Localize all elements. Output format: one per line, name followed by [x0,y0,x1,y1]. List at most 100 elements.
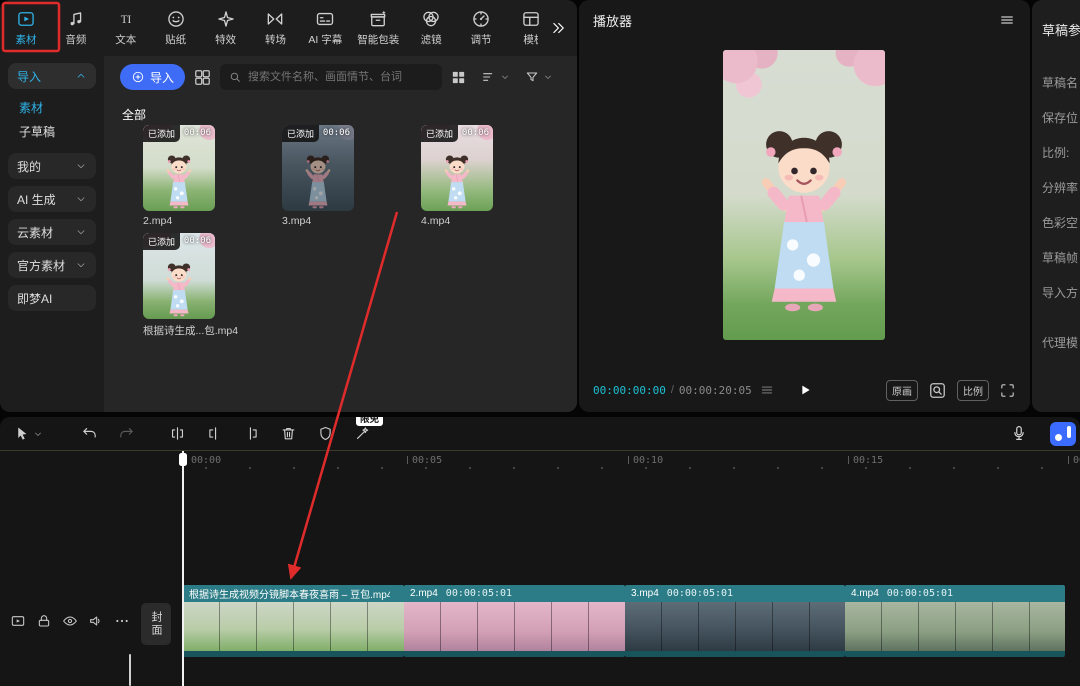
sidebar-item-label: 素材 [19,99,43,116]
tab-sticker[interactable]: 贴纸 [156,5,196,51]
track-visibility-button[interactable] [62,613,78,629]
magnifier-box-icon [928,381,947,400]
library-panel: 素材 音频 TI 文本 贴纸 特效 [0,0,577,412]
sidebar-item-label: 即梦AI [17,290,52,307]
sidebar-item-import[interactable]: 导入 [8,63,96,89]
filter-button[interactable] [524,69,553,85]
limited-free-feature-button[interactable]: 限免 [354,425,371,442]
sidebar-item-label: 导入 [17,68,41,85]
plus-circle-icon [131,70,145,84]
clip-name: 4.mp4 [851,588,879,599]
undo-button[interactable] [81,425,98,442]
view-grid-button[interactable] [450,69,467,86]
delete-button[interactable] [280,425,297,442]
draft-field-label: 代理模 [1042,333,1080,368]
track-lock-button[interactable] [36,613,52,629]
media-item[interactable]: 已添加 00:06 2.mp4 [143,125,215,227]
tab-label: AI 字幕 [308,32,342,47]
media-thumbnail: 已添加 00:06 [421,125,493,211]
draft-field-label: 保存位 [1042,108,1080,143]
media-item[interactable]: 已添加 00:06 3.mp4 [282,125,354,227]
media-item[interactable]: 已添加 00:06 4.mp4 [421,125,493,227]
timeline-ruler[interactable]: 00:00 00:05 00:10 00:15 00:20 [0,451,1080,473]
ruler-label: 00:15 [848,455,883,466]
tab-text[interactable]: TI 文本 [106,5,146,51]
clip-header: 4.mp4 00:00:05:01 [845,585,1065,602]
ratio-button[interactable]: 比例 [957,380,989,401]
material-grid-button[interactable] [193,68,212,87]
fullscreen-button[interactable] [999,382,1016,399]
trim-left-button[interactable] [206,425,223,442]
sidebar-item-label: 我的 [17,158,41,175]
sidebar-item-material[interactable]: 素材 [8,95,96,119]
tab-ai-captions[interactable]: AI 字幕 [305,5,345,51]
tab-adjust[interactable]: 调节 [461,5,501,51]
play-button[interactable] [797,382,813,398]
import-button-label: 导入 [150,69,174,86]
media-item-name: 根据诗生成...包.mp4 [143,323,273,338]
duration-badge: 00:06 [323,128,350,138]
track-preview-toggle[interactable] [10,613,26,629]
player-panel: 播放器 00:00:00:00 / 00:00:20:05 原画 比 [579,0,1030,412]
search-box[interactable] [220,64,442,90]
sidebar-item-jimeng[interactable]: 即梦AI [8,285,96,311]
ellipsis-icon [114,613,130,629]
media-item[interactable]: 已添加 00:06 根据诗生成...包.mp4 [143,233,215,338]
mask-button[interactable] [317,425,334,442]
duration-badge: 00:06 [184,236,211,246]
timeline-clip[interactable]: 2.mp4 00:00:05:01 [404,585,625,657]
tab-media[interactable]: 素材 [6,5,46,51]
player-menu-button[interactable] [998,11,1016,29]
timeline-clip[interactable]: 4.mp4 00:00:05:01 [845,585,1065,657]
tab-label: 贴纸 [165,32,186,47]
tab-filter[interactable]: 滤镜 [411,5,451,51]
track-mute-button[interactable] [88,613,104,629]
microphone-icon [1010,424,1028,442]
pip-record-button[interactable] [1050,422,1076,446]
lock-icon [36,613,52,629]
sidebar-item-ai-generate[interactable]: AI 生成 [8,186,96,212]
tab-effects[interactable]: 特效 [206,5,246,51]
tab-audio[interactable]: 音频 [56,5,96,51]
import-button[interactable]: 导入 [120,64,185,90]
sidebar-item-label: AI 生成 [17,191,56,208]
split-button[interactable] [169,425,186,442]
shield-icon [317,425,334,442]
timeline-clip[interactable]: 根据诗生成视频分镜脚本春夜喜雨 – 豆包.mp4 [183,585,404,657]
playhead-handle[interactable] [179,453,187,466]
record-voiceover-button[interactable] [1010,424,1028,442]
timecode-options-button[interactable] [760,383,774,397]
current-timecode: 00:00:00:00 [593,384,666,397]
clip-footer [183,651,404,657]
vertical-scrollbar[interactable] [129,654,131,686]
tab-label: 音频 [65,32,86,47]
more-tabs-button[interactable] [545,14,571,42]
zoom-preview-button[interactable] [928,381,947,400]
sort-button[interactable] [481,69,510,85]
redo-button[interactable] [118,425,135,442]
sidebar-item-subdraft[interactable]: 子草稿 [8,119,96,143]
trim-right-button[interactable] [243,425,260,442]
hamburger-menu-icon [998,11,1016,29]
search-input[interactable] [248,71,434,83]
tab-smart-package[interactable]: 智能包装 [355,5,401,51]
timeline-clip[interactable]: 3.mp4 00:00:05:01 [625,585,845,657]
tab-transition[interactable]: 转场 [255,5,295,51]
ruler-label: 00:20 [1068,455,1080,466]
sidebar-item-official[interactable]: 官方素材 [8,252,96,278]
video-preview [723,50,885,340]
original-quality-button[interactable]: 原画 [886,380,918,401]
list-icon [760,383,774,397]
filter-tab-icon [421,9,441,29]
cover-button[interactable]: 封面 [141,603,171,645]
playhead[interactable] [182,451,184,686]
ruler-label: 00:05 [407,455,442,466]
clip-filmstrip [404,602,625,651]
total-timecode: 00:00:20:05 [679,384,752,397]
sidebar-item-mine[interactable]: 我的 [8,153,96,179]
select-tool-button[interactable] [14,425,43,442]
fullscreen-icon [999,382,1016,399]
clip-name: 3.mp4 [631,588,659,599]
sidebar-item-cloud[interactable]: 云素材 [8,219,96,245]
track-more-button[interactable] [114,613,130,629]
